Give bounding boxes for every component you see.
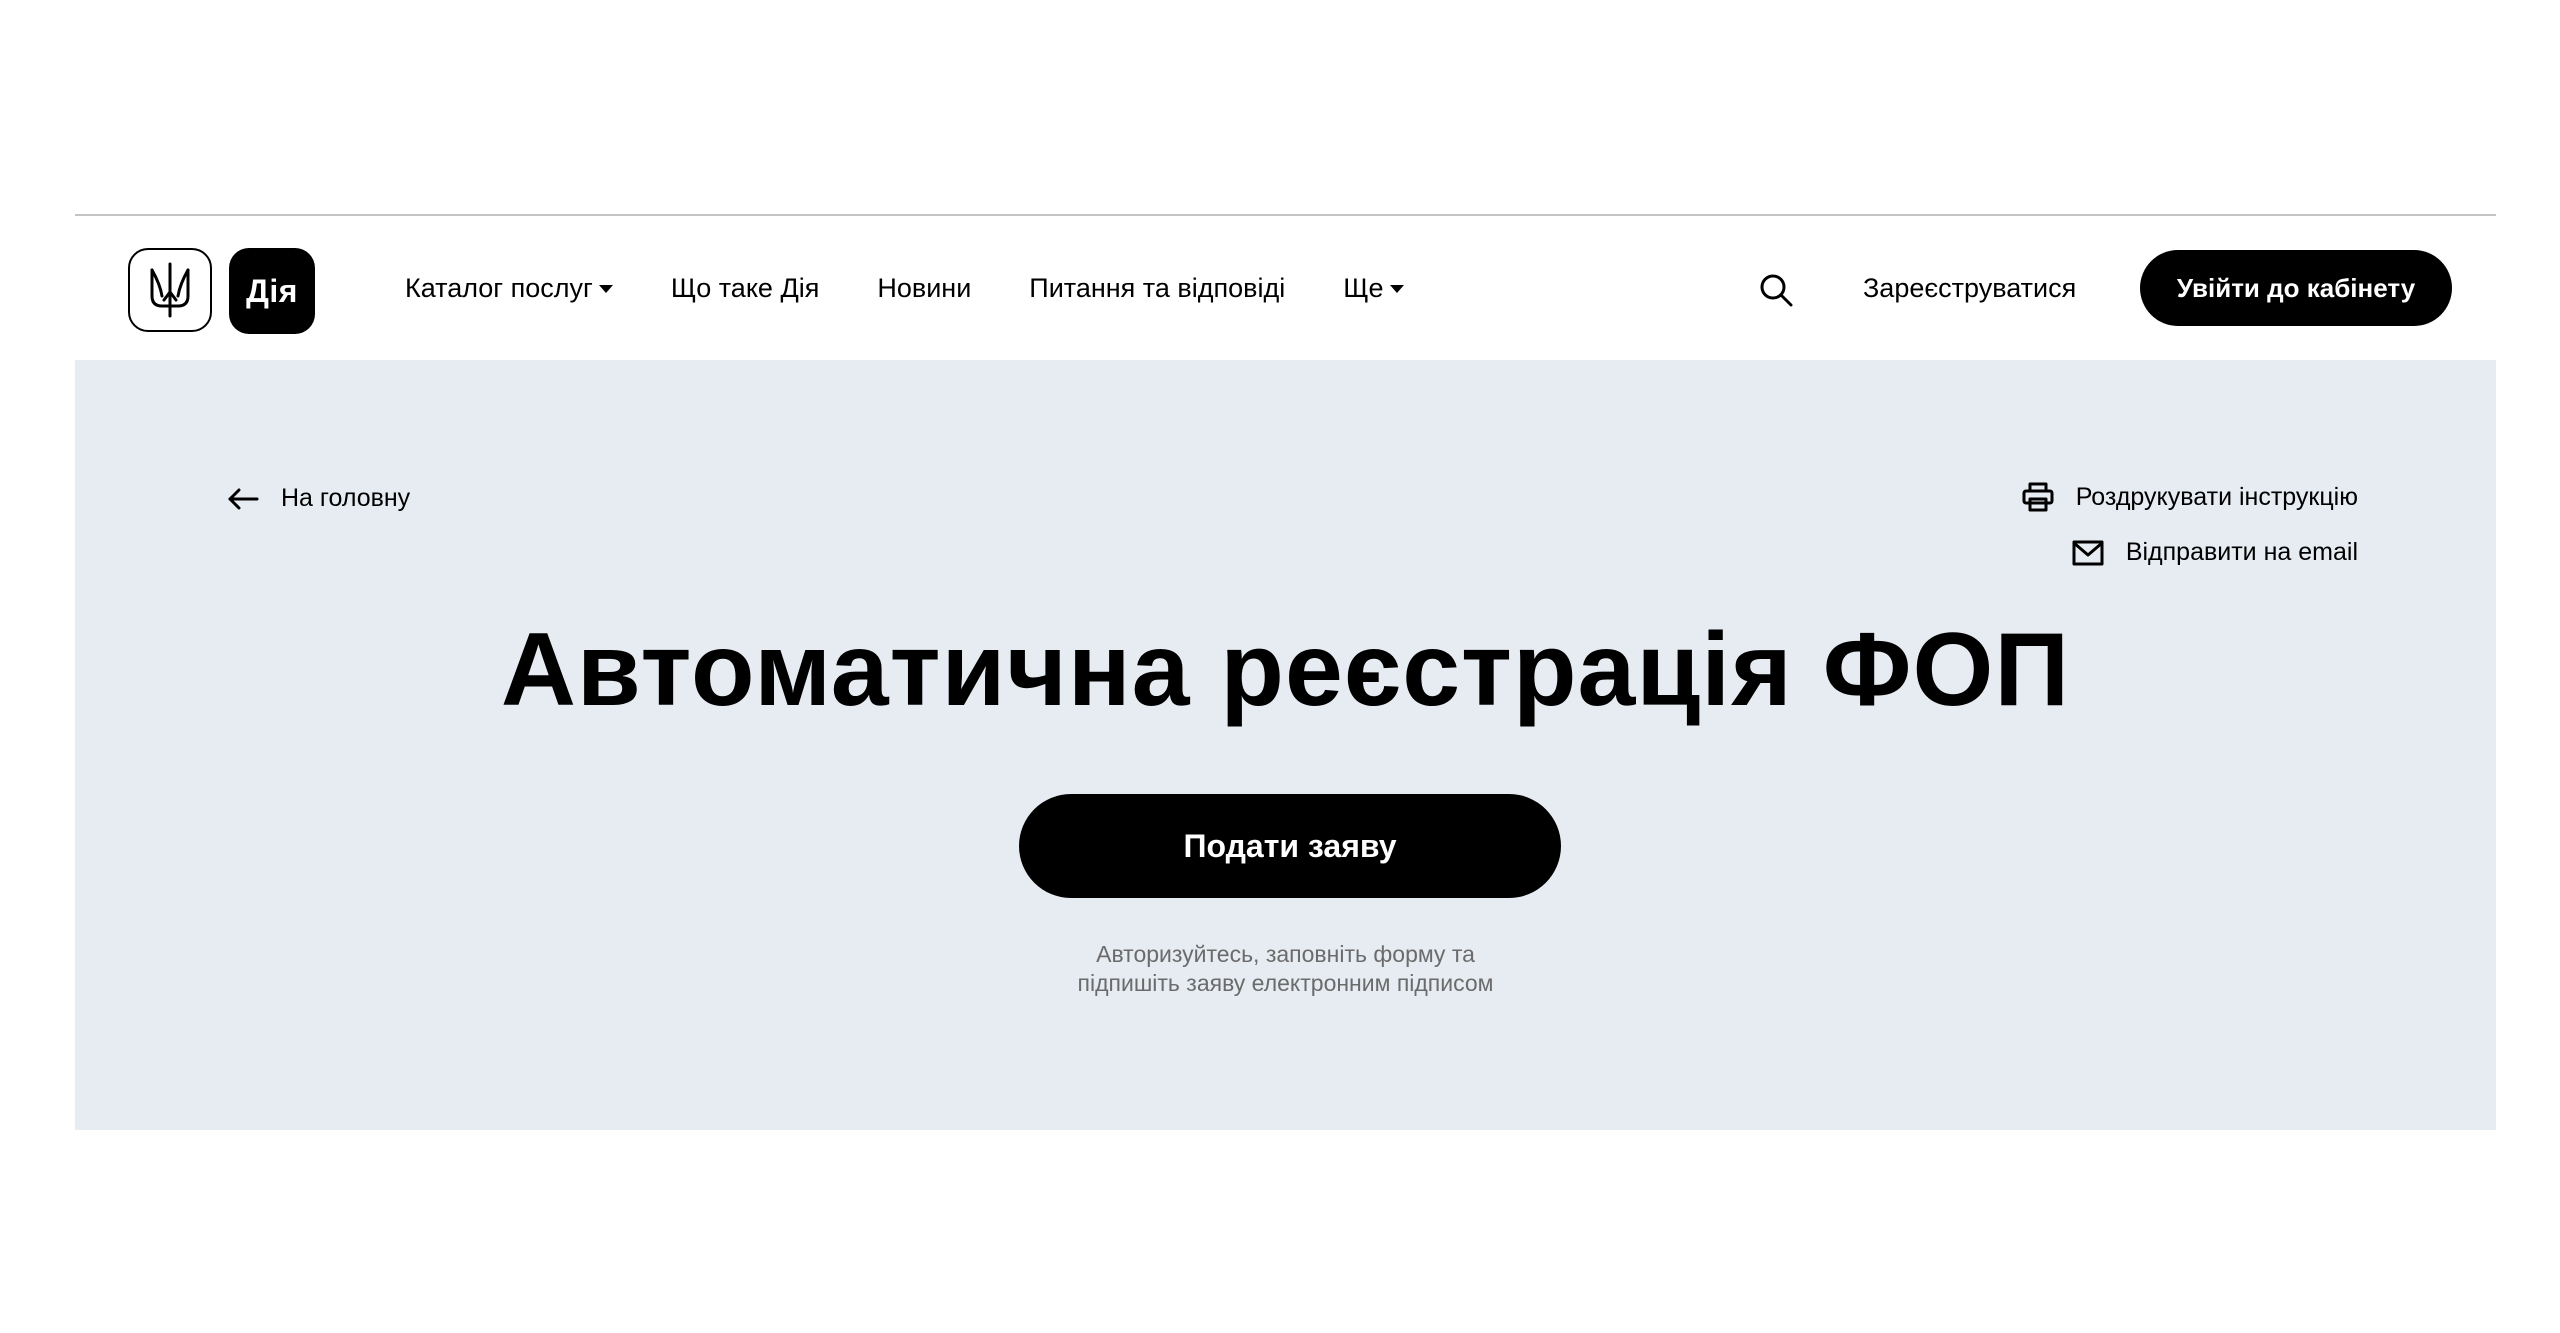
caret-down-icon bbox=[1389, 285, 1404, 293]
site-header: Дія Каталог послуг Що таке Дія Новини Пи… bbox=[75, 216, 2496, 360]
diia-logo[interactable]: Дія bbox=[229, 248, 315, 334]
email-label: Відправити на email bbox=[2125, 538, 2358, 566]
page-title: Автоматична реєстрація ФОП bbox=[500, 612, 2071, 728]
main-nav: Каталог послуг Що таке Дія Новини Питанн… bbox=[405, 216, 1462, 360]
hint-text: Авторизуйтесь, заповніть форму та підпиш… bbox=[75, 940, 2496, 998]
apply-label: Подати заяву bbox=[1183, 827, 1397, 864]
hint-line: підпишіть заяву електронним підписом bbox=[1077, 970, 1494, 996]
printer-icon bbox=[2022, 482, 2054, 512]
mail-icon bbox=[2072, 540, 2104, 565]
print-instructions-link[interactable]: Роздрукувати інструкцію bbox=[2022, 482, 2358, 512]
hero-section: На головну Роздрукувати інструкцію Відпр… bbox=[75, 360, 2496, 1130]
arrow-left-icon bbox=[228, 488, 259, 509]
back-link[interactable]: На головну bbox=[227, 484, 410, 513]
search-button[interactable] bbox=[1758, 272, 1794, 308]
login-button[interactable]: Увійти до кабінету bbox=[2140, 250, 2452, 326]
nav-item-label: Каталог послуг bbox=[405, 272, 593, 303]
send-email-link[interactable]: Відправити на email bbox=[2072, 538, 2358, 567]
register-label: Зареєструватися bbox=[1863, 272, 2077, 303]
nav-item-label: Що таке Дія bbox=[670, 272, 820, 303]
trident-logo[interactable] bbox=[128, 248, 212, 332]
nav-item-label: Новини bbox=[877, 272, 972, 303]
nav-item-catalog[interactable]: Каталог послуг bbox=[405, 273, 613, 304]
back-label: На головну bbox=[281, 484, 411, 512]
login-label: Увійти до кабінету bbox=[2176, 272, 2416, 303]
submit-application-button[interactable]: Подати заяву bbox=[1019, 794, 1561, 898]
nav-item-label: Ще bbox=[1343, 272, 1384, 303]
trident-icon bbox=[150, 262, 190, 318]
nav-item-more[interactable]: Ще bbox=[1343, 272, 1404, 304]
page-frame: Дія Каталог послуг Що таке Дія Новини Пи… bbox=[75, 214, 2496, 1130]
print-label: Роздрукувати інструкцію bbox=[2075, 482, 2358, 511]
nav-item-about[interactable]: Що таке Дія bbox=[671, 273, 819, 304]
hint-line: Авторизуйтесь, заповніть форму та bbox=[1096, 941, 1475, 967]
caret-down-icon bbox=[598, 285, 613, 293]
nav-item-label: Питання та відповіді bbox=[1029, 272, 1286, 303]
search-icon bbox=[1760, 274, 1793, 307]
register-link[interactable]: Зареєструватися bbox=[1863, 216, 2076, 360]
nav-item-faq[interactable]: Питання та відповіді bbox=[1029, 273, 1285, 304]
diia-logo-text: Дія bbox=[246, 272, 298, 309]
nav-item-news[interactable]: Новини bbox=[877, 273, 971, 304]
